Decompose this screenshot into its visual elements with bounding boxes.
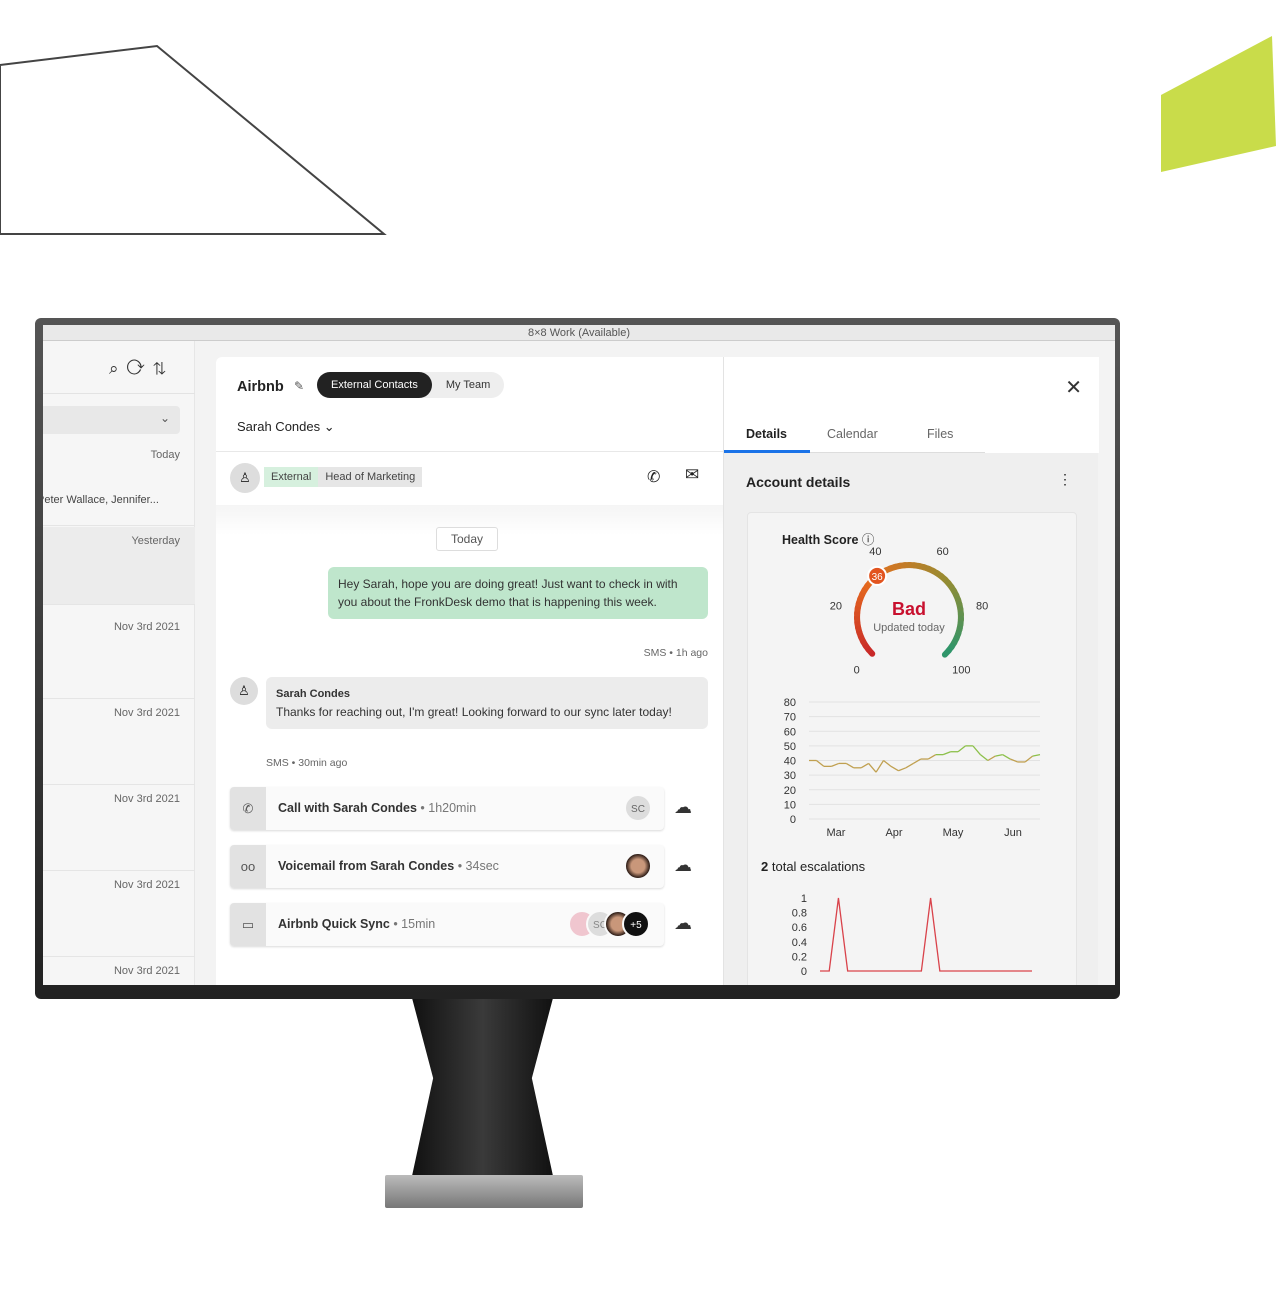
health-line-segment	[831, 762, 840, 767]
health-line-segment	[898, 767, 907, 772]
health-line-segment	[979, 754, 989, 762]
y-tick-label: 0	[801, 966, 807, 978]
y-tick-label: 70	[784, 712, 796, 724]
health-line-segment	[912, 758, 922, 764]
y-tick-label: 20	[784, 785, 796, 797]
y-tick-label: 10	[784, 799, 796, 811]
health-line-segment	[995, 754, 1003, 757]
x-tick-label: Mar	[827, 827, 846, 839]
gauge-tick-label: 40	[869, 546, 881, 558]
decorative-lime-shape	[1161, 36, 1276, 172]
gauge-status: Bad	[892, 599, 926, 619]
y-tick-label: 1	[801, 893, 807, 905]
y-tick-label: 80	[784, 697, 796, 709]
gauge-updated: Updated today	[873, 622, 945, 634]
gauge-score: 36	[872, 572, 884, 583]
gauge-arc-segment	[941, 647, 953, 658]
health-line-segment	[1024, 755, 1033, 763]
app-window: 8×8 Work (Available) ⌕⟳⇅ ⌄ Today Peter W…	[43, 325, 1115, 985]
gauge-tick-label: 60	[936, 546, 948, 558]
health-line-segment	[1032, 754, 1041, 757]
y-tick-label: 0.8	[792, 908, 807, 920]
health-line-segment	[927, 754, 937, 760]
x-tick-label: May	[943, 827, 964, 839]
health-line-segment	[860, 762, 869, 769]
y-tick-label: 0.6	[792, 922, 807, 934]
y-tick-label: 40	[784, 756, 796, 768]
health-line-segment	[875, 760, 885, 773]
health-line-segment	[972, 745, 981, 756]
health-line-segment	[890, 765, 899, 772]
y-tick-label: 0.4	[792, 937, 807, 949]
y-tick-label: 0.2	[792, 951, 807, 963]
gauge-tick-label: 80	[976, 600, 988, 612]
decorative-outline-shape	[0, 44, 387, 235]
y-tick-label: 50	[784, 741, 796, 753]
gauge-tick-label: 0	[854, 664, 860, 676]
health-line-segment	[987, 755, 996, 762]
x-tick-label: Apr	[885, 827, 902, 839]
health-line-segment	[868, 763, 877, 773]
y-tick-label: 30	[784, 770, 796, 782]
y-tick-label: 0	[790, 814, 796, 826]
health-line-segment	[845, 762, 855, 769]
y-tick-label: 60	[784, 726, 796, 738]
health-line-segment	[942, 751, 951, 756]
health-gauge: 02040 608010036BadUpdated today8070605040…	[784, 546, 1041, 978]
health-line-segment	[816, 759, 825, 767]
gauge-tick-label: 20	[830, 600, 842, 612]
health-line-segment	[883, 759, 892, 767]
x-tick-label: Jun	[1004, 827, 1022, 839]
escalation-line	[820, 897, 1032, 972]
health-line-segment	[1002, 754, 1011, 760]
gauge-tick-label: 100	[952, 664, 970, 676]
health-line-segment	[957, 745, 966, 753]
health-line-segment	[905, 762, 914, 769]
